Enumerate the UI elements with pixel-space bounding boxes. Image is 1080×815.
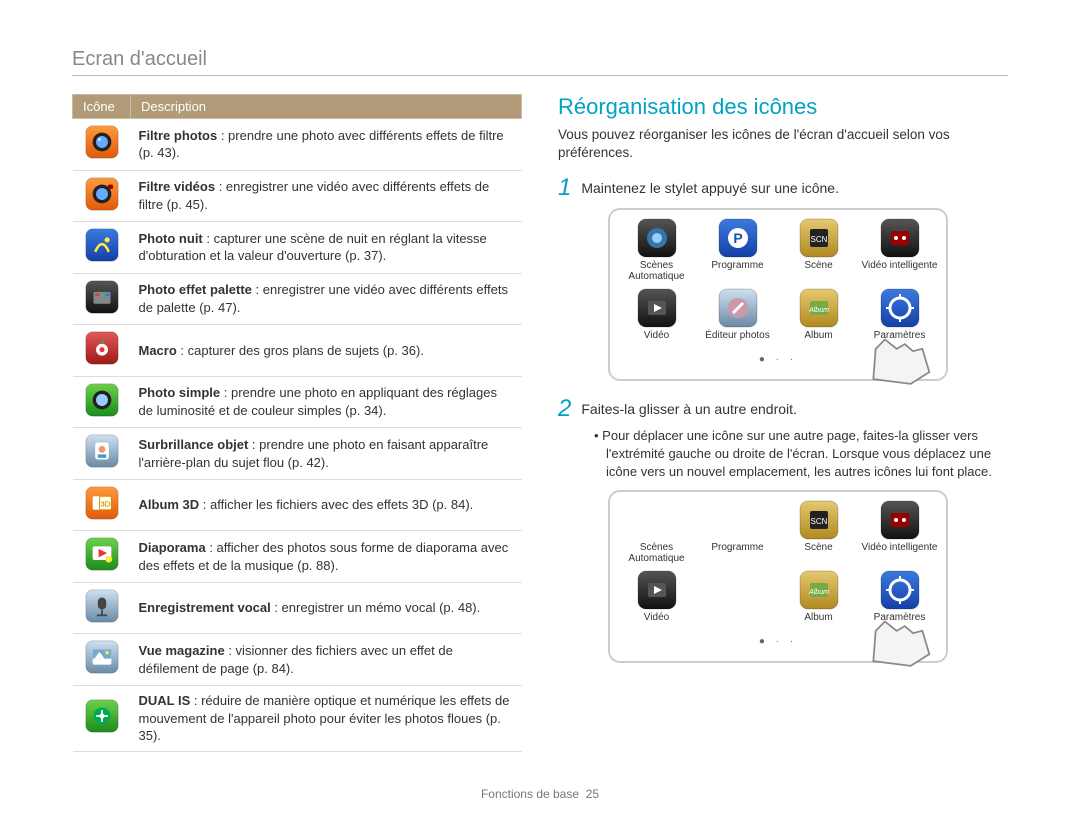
table-row: 3D Album 3D : afficher les fichiers avec …	[73, 479, 522, 531]
row-desc: Photo nuit : capturer une scène de nuit …	[131, 222, 522, 274]
svg-text:SCN: SCN	[810, 517, 827, 526]
hand-pointer-icon	[864, 327, 934, 387]
row-desc: Macro : capturer des gros plans de sujet…	[131, 325, 522, 377]
table-row: DUAL IS : réduire de manière optique et …	[73, 686, 522, 752]
row-icon: 3D	[73, 479, 131, 531]
app-icon[interactable]: Album Album	[780, 570, 857, 632]
app-icon[interactable]: Vidéo intelligente	[861, 218, 938, 282]
app-icon[interactable]: Vidéo intelligente	[861, 500, 938, 564]
reorganize-section: Réorganisation des icônes Vous pouvez ré…	[558, 94, 1008, 752]
app-icon[interactable]	[699, 570, 776, 632]
svg-text:3D: 3D	[100, 499, 110, 508]
app-label: Scène	[804, 260, 832, 280]
app-icon[interactable]: Album Album	[780, 288, 857, 350]
app-icon[interactable]: Vidéo	[618, 570, 695, 632]
icon-description-table: Icône Description Filtre photos : prendr…	[72, 94, 522, 752]
row-desc: Photo effet palette : enregistrer une vi…	[131, 273, 522, 325]
table-row: Filtre vidéos : enregistrer une vidéo av…	[73, 170, 522, 222]
row-desc: DUAL IS : réduire de manière optique et …	[131, 686, 522, 752]
app-icon[interactable]: P Programme	[699, 218, 776, 282]
app-icon[interactable]: Éditeur photos	[699, 288, 776, 350]
row-desc: Surbrillance objet : prendre une photo e…	[131, 428, 522, 480]
row-icon	[73, 273, 131, 325]
app-icon[interactable]: Programme	[699, 500, 776, 564]
row-icon	[73, 531, 131, 583]
icon-table-column: Icône Description Filtre photos : prendr…	[72, 94, 522, 752]
row-desc: Vue magazine : visionner des fichiers av…	[131, 634, 522, 686]
row-icon	[73, 686, 131, 752]
app-icon[interactable]: Vidéo	[618, 288, 695, 350]
step-1-text: Maintenez le stylet appuyé sur une icône…	[581, 176, 839, 196]
mock-screen-2: Scènes Automatique Programme SCN Scène Vidéo…	[608, 490, 948, 663]
table-row: Surbrillance objet : prendre une photo e…	[73, 428, 522, 480]
app-label: Éditeur photos	[705, 330, 770, 350]
page-header: Ecran d'accueil	[72, 48, 1008, 76]
app-label: Scènes Automatique	[618, 260, 695, 282]
mock-screen-1: Scènes Automatique P Programme SCN Scène Vidé…	[608, 208, 948, 381]
app-icon[interactable]: SCN Scène	[780, 218, 857, 282]
svg-text:P: P	[733, 230, 742, 246]
app-label: Programme	[711, 542, 763, 562]
th-desc: Description	[131, 95, 522, 119]
table-row: Macro : capturer des gros plans de sujet…	[73, 325, 522, 377]
section-title: Réorganisation des icônes	[558, 94, 1008, 120]
step-2-text: Faites-la glisser à un autre endroit.	[581, 397, 797, 417]
svg-text:Album: Album	[808, 589, 829, 596]
row-desc: Enregistrement vocal : enregistrer un mé…	[131, 582, 522, 634]
row-desc: Diaporama : afficher des photos sous for…	[131, 531, 522, 583]
step-1: 1 Maintenez le stylet appuyé sur une icô…	[558, 176, 1008, 200]
th-icon: Icône	[73, 95, 131, 119]
step-2: 2 Faites-la glisser à un autre endroit.	[558, 397, 1008, 421]
row-icon	[73, 582, 131, 634]
step-2-sub: Pour déplacer une icône sur une autre pa…	[594, 427, 1008, 480]
app-label: Scènes Automatique	[618, 542, 695, 564]
table-row: Enregistrement vocal : enregistrer un mé…	[73, 582, 522, 634]
table-row: Vue magazine : visionner des fichiers av…	[73, 634, 522, 686]
row-desc: Photo simple : prendre une photo en appl…	[131, 376, 522, 428]
section-intro: Vous pouvez réorganiser les icônes de l'…	[558, 126, 1008, 162]
row-icon	[73, 170, 131, 222]
svg-text:Album: Album	[808, 307, 829, 314]
row-icon	[73, 119, 131, 171]
table-row: Diaporama : afficher des photos sous for…	[73, 531, 522, 583]
app-label: Album	[804, 330, 832, 350]
table-row: Photo effet palette : enregistrer une vi…	[73, 273, 522, 325]
app-label: Album	[804, 612, 832, 632]
page-footer: Fonctions de base 25	[0, 787, 1080, 801]
hand-pointer-icon	[864, 609, 934, 669]
app-icon[interactable]: Scènes Automatique	[618, 218, 695, 282]
table-row: Filtre photos : prendre une photo avec d…	[73, 119, 522, 171]
table-row: Photo nuit : capturer une scène de nuit …	[73, 222, 522, 274]
row-desc: Filtre photos : prendre une photo avec d…	[131, 119, 522, 171]
app-label: Scène	[804, 542, 832, 562]
row-icon	[73, 376, 131, 428]
row-icon	[73, 222, 131, 274]
step-2-number: 2	[558, 397, 571, 421]
app-label: Vidéo intelligente	[862, 542, 938, 562]
app-label: Vidéo	[644, 612, 669, 632]
row-desc: Filtre vidéos : enregistrer une vidéo av…	[131, 170, 522, 222]
app-label: Vidéo	[644, 330, 669, 350]
app-icon[interactable]: SCN Scène	[780, 500, 857, 564]
step-1-number: 1	[558, 176, 571, 200]
row-icon	[73, 428, 131, 480]
app-label: Programme	[711, 260, 763, 280]
app-icon[interactable]: Scènes Automatique	[618, 500, 695, 564]
svg-text:SCN: SCN	[810, 235, 827, 244]
row-icon	[73, 325, 131, 377]
app-label: Vidéo intelligente	[862, 260, 938, 280]
row-desc: Album 3D : afficher les fichiers avec de…	[131, 479, 522, 531]
row-icon	[73, 634, 131, 686]
table-row: Photo simple : prendre une photo en appl…	[73, 376, 522, 428]
